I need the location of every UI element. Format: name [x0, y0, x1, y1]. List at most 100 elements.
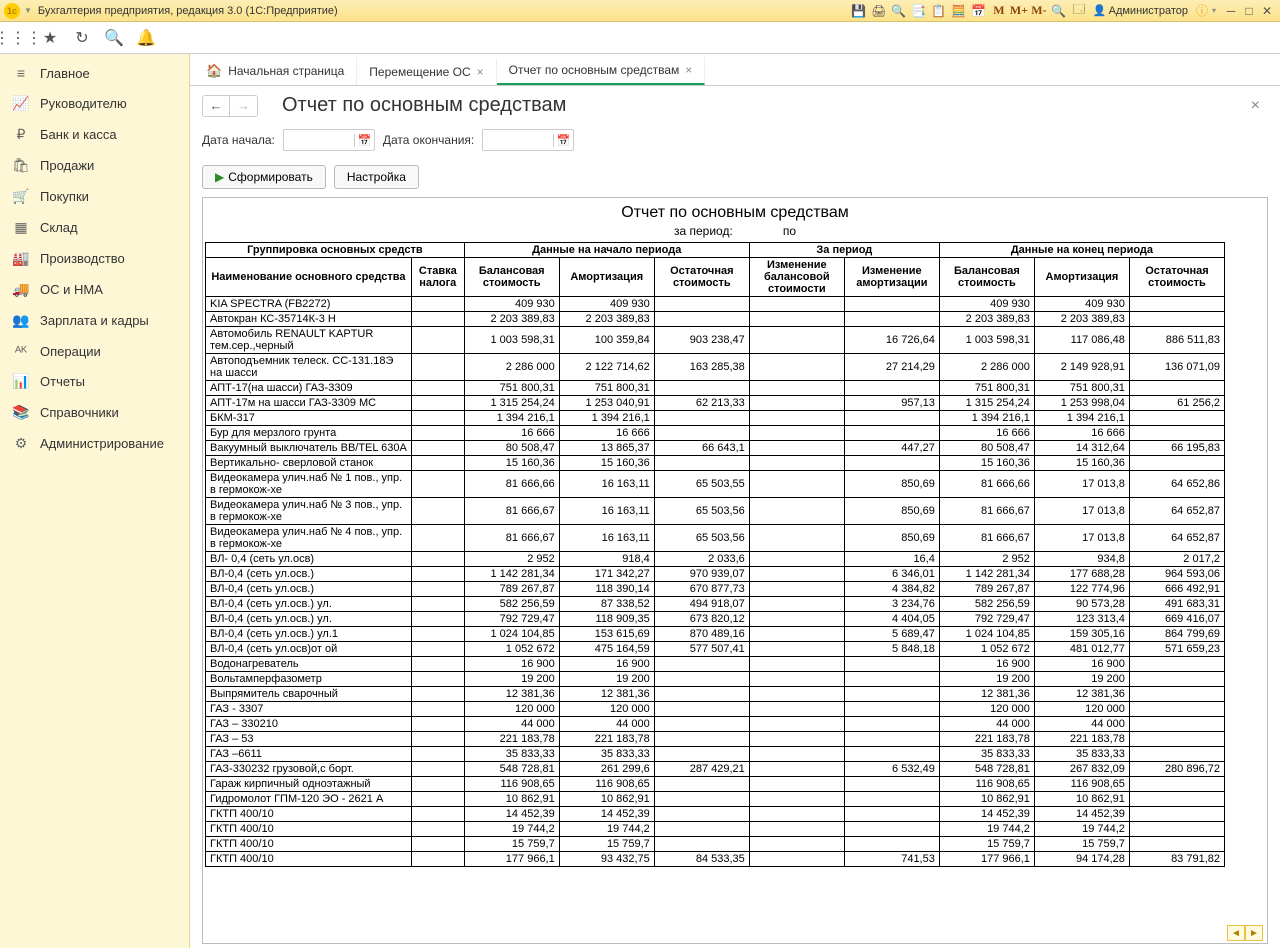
generate-button[interactable]: ▶Сформировать — [202, 165, 326, 189]
report-area[interactable]: Отчет по основным средствам за период: п… — [202, 197, 1268, 944]
clipboard-icon[interactable]: 📋 — [930, 3, 948, 19]
nav-forward-button[interactable]: → — [230, 95, 258, 117]
date-end-input[interactable]: 📅 — [482, 129, 574, 151]
table-row[interactable]: Выпрямитель сварочный12 381,3612 381,361… — [206, 687, 1225, 702]
table-row[interactable]: БКМ-3171 394 216,11 394 216,11 394 216,1… — [206, 411, 1225, 426]
calendar-icon[interactable]: 📅 — [354, 134, 374, 147]
table-row[interactable]: ВЛ-0,4 (сеть ул.осв.)789 267,87118 390,1… — [206, 582, 1225, 597]
tab[interactable]: 🏠Начальная страница — [194, 57, 357, 85]
sidebar-item[interactable]: ᴬᴷОперации — [0, 336, 189, 366]
table-row[interactable]: Бур для мерзлого грунта16 66616 66616 66… — [206, 426, 1225, 441]
maximize-button[interactable]: □ — [1240, 3, 1258, 19]
sidebar-item[interactable]: ⚙Администрирование — [0, 428, 189, 459]
table-row[interactable]: ГКТП 400/1014 452,3914 452,3914 452,3914… — [206, 807, 1225, 822]
table-row[interactable]: Гидромолот ГПМ-120 ЭО - 2621 А10 862,911… — [206, 792, 1225, 807]
table-row[interactable]: Автокран КС-35714К-3 Н2 203 389,832 203 … — [206, 312, 1225, 327]
table-row[interactable]: ГКТП 400/10177 966,193 432,7584 533,3574… — [206, 852, 1225, 867]
table-row[interactable]: ГАЗ - 3307120 000120 000120 000120 000 — [206, 702, 1225, 717]
date-start-label: Дата начала: — [202, 133, 275, 147]
windows-icon[interactable]: 🗔 — [1070, 3, 1088, 19]
sidebar-item[interactable]: 📈Руководителю — [0, 88, 189, 119]
table-row[interactable]: Видеокамера улич.наб № 1 пов., упр. в ге… — [206, 471, 1225, 498]
sidebar-label: Отчеты — [40, 374, 85, 389]
col-tax: Ставка налога — [411, 258, 464, 297]
app-menu-dropdown-icon[interactable]: ▼ — [24, 6, 32, 15]
page-close-button[interactable]: × — [1243, 97, 1268, 115]
table-row[interactable]: Вертикально- сверловой станок15 160,3615… — [206, 456, 1225, 471]
table-row[interactable]: ГАЗ – 33021044 00044 00044 00044 000 — [206, 717, 1225, 732]
table-row[interactable]: АПТ-17(на шасси) ГАЗ-3309751 800,31751 8… — [206, 381, 1225, 396]
pager-next-button[interactable]: ► — [1245, 925, 1263, 941]
sidebar-item[interactable]: 🛒Покупки — [0, 181, 189, 212]
minimize-button[interactable]: ─ — [1222, 3, 1240, 19]
date-end-label: Дата окончания: — [383, 133, 474, 147]
print-icon[interactable]: 🖨 — [870, 3, 888, 19]
table-row[interactable]: Гараж кирпичный одноэтажный116 908,65116… — [206, 777, 1225, 792]
save-icon[interactable]: 💾 — [850, 3, 868, 19]
close-button[interactable]: ✕ — [1258, 3, 1276, 19]
app-logo-icon: 1c — [4, 3, 20, 19]
tab-label: Начальная страница — [228, 64, 344, 78]
sidebar-item[interactable]: 🛍Продажи — [0, 150, 189, 181]
table-row[interactable]: Вольтамперфазометр19 20019 20019 20019 2… — [206, 672, 1225, 687]
table-row[interactable]: ВЛ-0,4 (сеть ул.осв.) ул.792 729,47118 9… — [206, 612, 1225, 627]
table-row[interactable]: ВЛ-0,4 (сеть ул.осв.) ул.11 024 104,8515… — [206, 627, 1225, 642]
calc-icon[interactable]: 🧮 — [950, 3, 968, 19]
sidebar-item[interactable]: ▦Склад — [0, 212, 189, 243]
notifications-icon[interactable]: 🔔 — [134, 26, 158, 50]
favorites-icon[interactable]: ★ — [38, 26, 62, 50]
col-bal-s: Балансовая стоимость — [464, 258, 559, 297]
info-icon[interactable]: ⓘ — [1193, 3, 1211, 19]
current-user[interactable]: Администратор — [1093, 4, 1188, 17]
sidebar-item[interactable]: 🏭Производство — [0, 243, 189, 274]
table-row[interactable]: ВЛ-0,4 (сеть ул.осв.) ул.582 256,5987 33… — [206, 597, 1225, 612]
tab-close-icon[interactable]: × — [477, 65, 484, 79]
sidebar-icon: 🚚 — [12, 281, 30, 298]
apps-icon[interactable]: ⋮⋮⋮ — [6, 26, 30, 50]
tab[interactable]: Перемещение ОС× — [357, 59, 496, 85]
tab[interactable]: Отчет по основным средствам× — [497, 57, 706, 85]
sidebar-item[interactable]: 📊Отчеты — [0, 366, 189, 397]
settings-button[interactable]: Настройка — [334, 165, 419, 189]
m-minus-button[interactable]: M- — [1030, 3, 1048, 19]
tab-close-icon[interactable]: × — [685, 63, 692, 77]
table-row[interactable]: ГАЗ –661135 833,3335 833,3335 833,3335 8… — [206, 747, 1225, 762]
calendar-icon[interactable]: 📅 — [553, 134, 573, 147]
table-row[interactable]: Автоподъемник телеск. СС-131.18Э на шасс… — [206, 354, 1225, 381]
table-row[interactable]: Видеокамера улич.наб № 3 пов., упр. в ге… — [206, 498, 1225, 525]
sidebar-item[interactable]: ₽Банк и касса — [0, 119, 189, 150]
preview-icon[interactable]: 🔍 — [890, 3, 908, 19]
sidebar-item[interactable]: 🚚ОС и НМА — [0, 274, 189, 305]
table-row[interactable]: ВЛ-0,4 (сеть ул.осв)от ой1 052 672475 16… — [206, 642, 1225, 657]
info-dropdown-icon[interactable]: ▾ — [1212, 6, 1216, 15]
sidebar-item[interactable]: 👥Зарплата и кадры — [0, 305, 189, 336]
m-plus-button[interactable]: M+ — [1010, 3, 1028, 19]
date-start-input[interactable]: 📅 — [283, 129, 375, 151]
table-row[interactable]: ГАЗ-330232 грузовой,с борт.548 728,81261… — [206, 762, 1225, 777]
zoom-icon[interactable]: 🔍 — [1050, 3, 1068, 19]
history-icon[interactable]: ↻ — [70, 26, 94, 50]
pager-prev-button[interactable]: ◄ — [1227, 925, 1245, 941]
sidebar-icon: 🏭 — [12, 250, 30, 267]
nav-back-button[interactable]: ← — [202, 95, 230, 117]
sidebar-icon: 📈 — [12, 95, 30, 112]
table-row[interactable]: ВЛ- 0,4 (сеть ул.осв)2 952918,42 033,616… — [206, 552, 1225, 567]
table-row[interactable]: ГКТП 400/1015 759,715 759,715 759,715 75… — [206, 837, 1225, 852]
sidebar-label: Продажи — [40, 158, 94, 173]
table-row[interactable]: Видеокамера улич.наб № 4 пов., упр. в ге… — [206, 525, 1225, 552]
table-row[interactable]: Вакуумный выключатель BB/TEL 630А80 508,… — [206, 441, 1225, 456]
search-icon[interactable]: 🔍 — [102, 26, 126, 50]
compare-icon[interactable]: 📑 — [910, 3, 928, 19]
table-row[interactable]: ВЛ-0,4 (сеть ул.осв.)1 142 281,34171 342… — [206, 567, 1225, 582]
sidebar-item[interactable]: ≡Главное — [0, 58, 189, 88]
table-row[interactable]: Водонагреватель16 90016 90016 90016 900 — [206, 657, 1225, 672]
table-row[interactable]: ГАЗ – 53221 183,78221 183,78221 183,7822… — [206, 732, 1225, 747]
m-button[interactable]: M — [990, 3, 1008, 19]
table-row[interactable]: ГКТП 400/1019 744,219 744,219 744,219 74… — [206, 822, 1225, 837]
table-row[interactable]: АПТ-17м на шасси ГАЗ-3309 МС1 315 254,24… — [206, 396, 1225, 411]
report-title: Отчет по основным средствам — [203, 198, 1267, 224]
calendar-icon[interactable]: 📅 — [970, 3, 988, 19]
table-row[interactable]: Автомобиль RENAULT KAPTUR тем.сер.,черны… — [206, 327, 1225, 354]
sidebar-item[interactable]: 📚Справочники — [0, 397, 189, 428]
table-row[interactable]: KIA SPECTRA (FB2272)409 930409 930409 93… — [206, 297, 1225, 312]
